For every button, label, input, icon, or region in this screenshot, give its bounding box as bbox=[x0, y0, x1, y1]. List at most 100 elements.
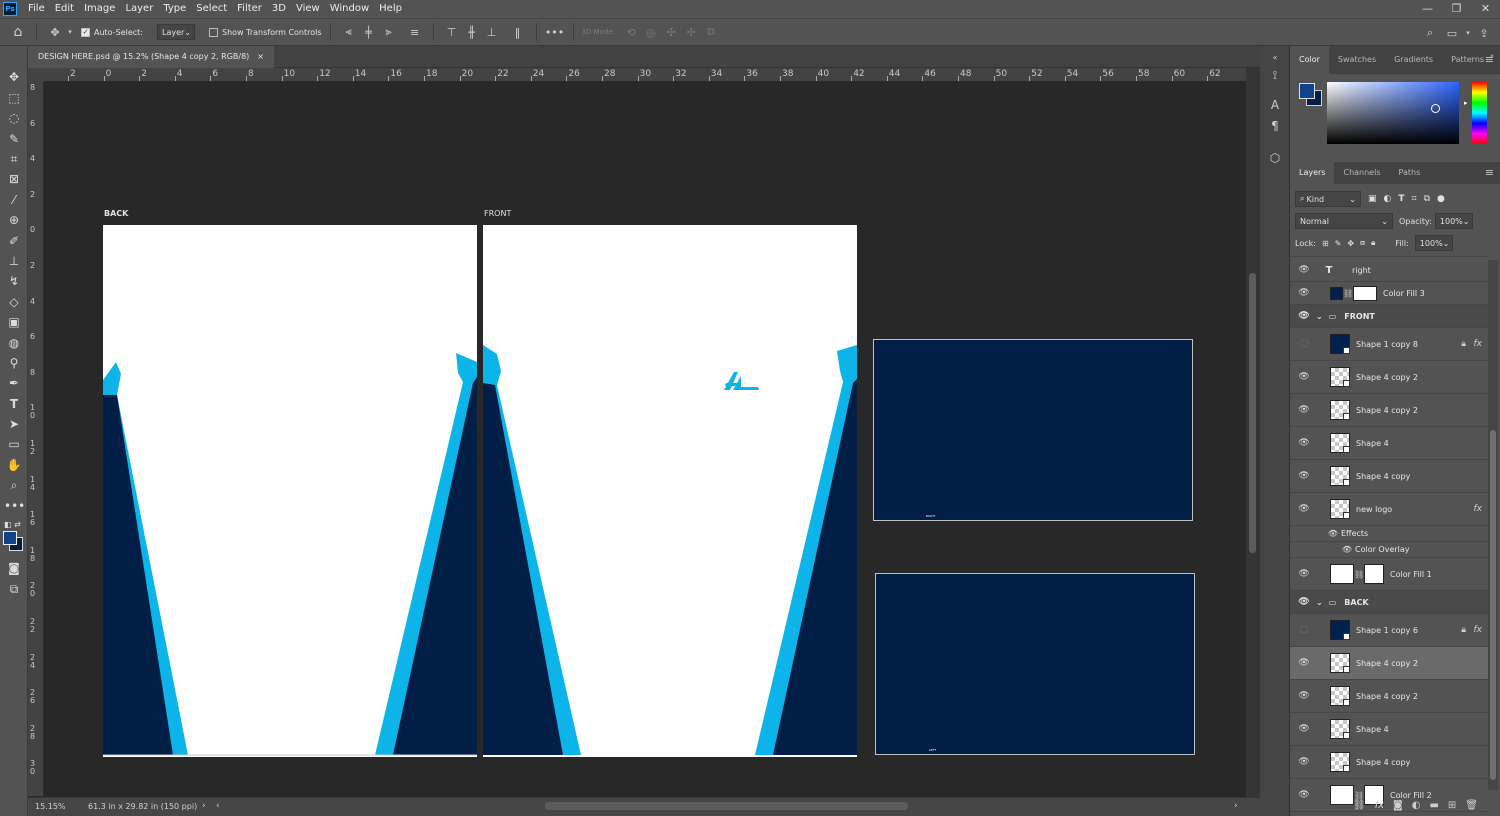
layer-row[interactable]: ▢ Shape 1 copy 6 🔒︎ fx bbox=[1290, 614, 1488, 646]
artboard-back[interactable] bbox=[103, 225, 477, 757]
3d-panel-icon[interactable]: ⬡ bbox=[1268, 151, 1282, 165]
layer-row[interactable]: 👁︎ Shape 4 bbox=[1290, 427, 1488, 459]
artboard-label-front[interactable]: FRONT bbox=[484, 209, 511, 218]
artboard-right-sleeve[interactable]: RIGHT bbox=[873, 339, 1193, 521]
eraser-tool-icon[interactable]: ◇ bbox=[4, 293, 24, 311]
auto-select-checkbox[interactable]: ✓ bbox=[81, 27, 90, 37]
layer-row[interactable]: 👁︎ Shape 4 bbox=[1290, 713, 1488, 745]
panel-menu-icon[interactable]: ≡ bbox=[1485, 46, 1494, 74]
scroll-left-icon[interactable]: ‹ bbox=[216, 801, 220, 811]
search-icon[interactable]: ⌕ bbox=[1420, 26, 1440, 40]
show-transform-checkbox[interactable] bbox=[208, 27, 218, 37]
link-icon[interactable]: ⛓ bbox=[1343, 289, 1353, 298]
layer-row[interactable]: 👁︎ Shape 4 copy 2 bbox=[1290, 647, 1488, 679]
pen-tool-icon[interactable]: ✒ bbox=[4, 374, 24, 392]
fill-field[interactable]: 100% ⌄ bbox=[1414, 235, 1453, 251]
scroll-thumb[interactable] bbox=[1249, 273, 1256, 553]
edit-toolbar-icon[interactable]: ••• bbox=[4, 497, 25, 515]
show-transform-option[interactable]: Show Transform Controls bbox=[208, 18, 322, 46]
align-top-edges-icon[interactable]: ⊤ bbox=[442, 26, 462, 39]
layer-thumbnail[interactable] bbox=[1330, 620, 1350, 640]
layer-thumbnail[interactable] bbox=[1330, 686, 1350, 706]
eye-icon[interactable]: 👁︎ bbox=[1296, 691, 1312, 701]
vertical-ruler[interactable]: 8 6 4 2 0 2 4 6 8 10 12 14 16 18 20 22 24 26 28 30 bbox=[28, 82, 44, 796]
layer-thumbnail[interactable] bbox=[1330, 367, 1350, 387]
link-icon[interactable]: ⛓ bbox=[1354, 570, 1364, 579]
eye-icon[interactable]: 👁︎ bbox=[1296, 569, 1312, 579]
eye-icon[interactable]: 👁︎ bbox=[1296, 405, 1312, 415]
document-info[interactable]: 61.3 in x 29.82 in (150 ppi) bbox=[88, 802, 197, 811]
share-icon[interactable]: ⇪ bbox=[1474, 27, 1494, 40]
layer-group-row[interactable]: 👁︎ ⌄ ▭ BACK bbox=[1290, 591, 1488, 613]
frame-tool-icon[interactable]: ⊠ bbox=[4, 170, 24, 188]
layer-effect-row[interactable]: 👁︎ Color Overlay bbox=[1290, 542, 1488, 557]
layer-row[interactable]: 👁︎ ⛓ Color Fill 1 bbox=[1290, 558, 1488, 590]
layer-group-row[interactable]: 👁︎ ⌄ ▭ FRONT bbox=[1290, 305, 1488, 327]
lock-image-icon[interactable]: ✎ bbox=[1335, 239, 1342, 248]
more-options-icon[interactable]: ••• bbox=[545, 26, 565, 39]
lasso-tool-icon[interactable]: ◌ bbox=[4, 109, 24, 127]
path-selection-icon[interactable]: ➤ bbox=[4, 415, 24, 433]
crop-tool-icon[interactable]: ⌗ bbox=[4, 150, 24, 168]
workspace-icon[interactable]: ▭ bbox=[1442, 27, 1462, 40]
fx-icon[interactable]: fx bbox=[1474, 504, 1483, 514]
ruler-origin[interactable] bbox=[28, 68, 44, 82]
menu-filter[interactable]: Filter bbox=[232, 0, 267, 18]
history-brush-icon[interactable]: ↯ bbox=[4, 272, 24, 290]
move-tool-icon[interactable]: ✥ bbox=[45, 26, 65, 39]
layer-thumbnail[interactable] bbox=[1330, 466, 1350, 486]
menu-help[interactable]: Help bbox=[374, 0, 407, 18]
horizontal-ruler[interactable]: 2 0 2 4 6 8 10 12 14 16 18 20 22 24 26 28 30 32 34 36 38 40 42… bbox=[44, 68, 1246, 82]
layer-thumbnail[interactable] bbox=[1330, 564, 1354, 584]
layer-row[interactable]: 👁︎ Tright bbox=[1290, 259, 1488, 281]
eye-icon[interactable]: 👁︎ bbox=[1296, 438, 1312, 448]
lock-all-icon[interactable]: 🔒︎ bbox=[1371, 238, 1375, 248]
link-layers-icon[interactable]: ⛓ bbox=[1353, 800, 1366, 811]
align-bottom-edges-icon[interactable]: ⊥ bbox=[482, 26, 502, 39]
eye-icon[interactable]: 👁︎ bbox=[1296, 597, 1312, 607]
eye-icon[interactable]: 👁︎ bbox=[1296, 724, 1312, 734]
type-tool-icon[interactable]: T bbox=[4, 395, 24, 413]
eye-icon[interactable]: 👁︎ bbox=[1290, 545, 1352, 554]
menu-3d[interactable]: 3D bbox=[267, 0, 291, 18]
swap-colors-icon[interactable]: ◧ ⇄ bbox=[4, 520, 24, 530]
menu-select[interactable]: Select bbox=[191, 0, 232, 18]
align-horizontal-centers-icon[interactable]: ╪ bbox=[359, 26, 379, 39]
menu-file[interactable]: File bbox=[23, 0, 50, 18]
lock-position-icon[interactable]: ✥ bbox=[1347, 239, 1354, 248]
tab-channels[interactable]: Channels bbox=[1334, 162, 1389, 184]
hand-tool-icon[interactable]: ✋ bbox=[4, 456, 24, 474]
chevron-down-icon[interactable]: ⌄ bbox=[1316, 312, 1323, 321]
layers-scroll-thumb[interactable] bbox=[1490, 430, 1496, 780]
hidden-eye-icon[interactable]: ▢ bbox=[1296, 625, 1312, 635]
canvas-area[interactable]: BACK FRONT RIGHT LEFT bbox=[44, 82, 1246, 796]
layer-thumbnail[interactable] bbox=[1330, 752, 1350, 772]
chevron-down-icon[interactable]: ▾ bbox=[65, 28, 75, 36]
filter-kind-dropdown[interactable]: ⌕ Kind ⌄ bbox=[1295, 191, 1361, 207]
layer-thumbnail[interactable] bbox=[1330, 286, 1343, 300]
layer-thumbnail[interactable] bbox=[1330, 334, 1350, 354]
menu-edit[interactable]: Edit bbox=[50, 0, 79, 18]
layer-thumbnail[interactable] bbox=[1330, 653, 1350, 673]
layer-effect-row[interactable]: 👁︎ Effects bbox=[1290, 526, 1488, 541]
collapse-panels-icon[interactable]: « bbox=[1268, 51, 1282, 65]
layer-thumbnail[interactable] bbox=[1330, 719, 1350, 739]
layer-row[interactable]: 👁︎ new logo fx bbox=[1290, 493, 1488, 525]
menu-layer[interactable]: Layer bbox=[120, 0, 158, 18]
hue-slider[interactable] bbox=[1472, 82, 1487, 144]
filter-adjustment-icon[interactable]: ◐ bbox=[1384, 194, 1392, 204]
zoom-level[interactable]: 15.15% bbox=[35, 802, 66, 811]
eye-icon[interactable]: 👁︎ bbox=[1290, 529, 1338, 538]
auto-select-target-dropdown[interactable]: Layer ⌄ bbox=[156, 24, 195, 40]
minimize-button[interactable]: — bbox=[1413, 0, 1442, 18]
new-adjustment-layer-icon[interactable]: ◐ bbox=[1412, 800, 1421, 811]
menu-view[interactable]: View bbox=[291, 0, 325, 18]
tab-layers[interactable]: Layers bbox=[1290, 162, 1335, 184]
tab-color[interactable]: Color bbox=[1290, 46, 1329, 74]
filter-pixel-icon[interactable]: ▣ bbox=[1368, 194, 1377, 204]
layers-panel-menu-icon[interactable]: ≡ bbox=[1485, 162, 1494, 184]
eye-icon[interactable]: 👁︎ bbox=[1296, 658, 1312, 668]
healing-brush-icon[interactable]: ⊕ bbox=[4, 211, 24, 229]
artboard-label-back[interactable]: BACK bbox=[104, 209, 128, 218]
new-group-icon[interactable]: ▬ bbox=[1429, 800, 1438, 811]
